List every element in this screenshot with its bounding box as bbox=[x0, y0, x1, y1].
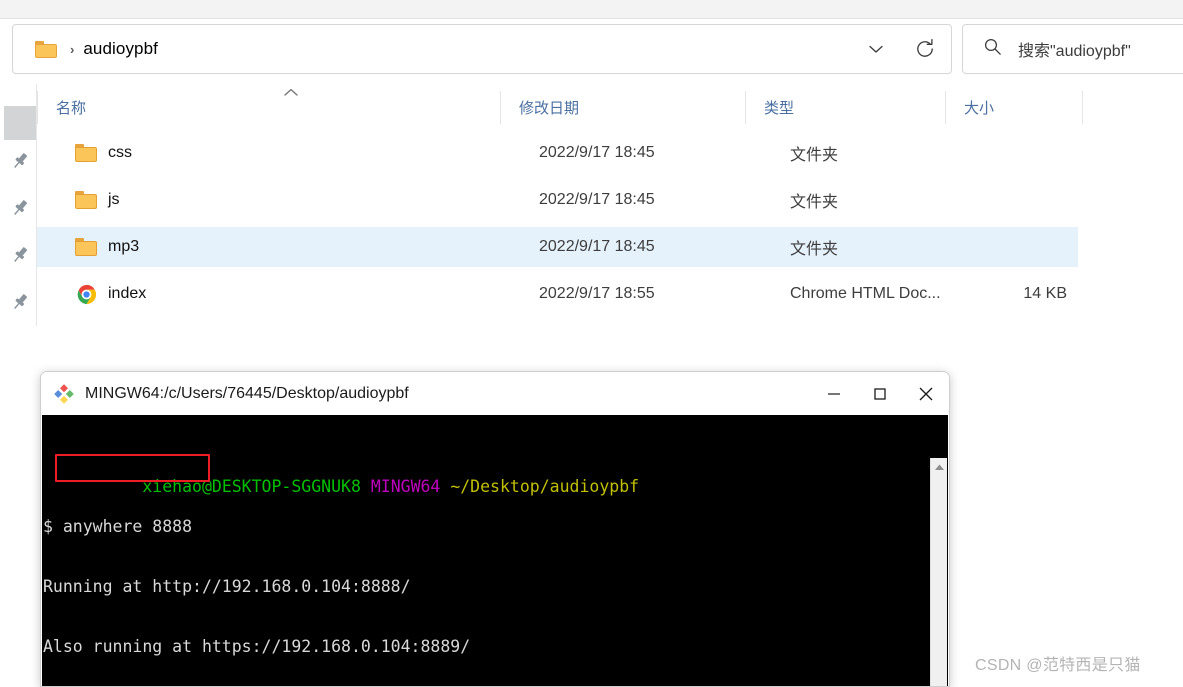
terminal-title: MINGW64:/c/Users/76445/Desktop/audioypbf bbox=[85, 384, 409, 402]
search-placeholder: 搜索"audioypbf" bbox=[1018, 43, 1131, 60]
chrome-icon bbox=[75, 283, 98, 306]
file-type: 文件夹 bbox=[790, 147, 839, 164]
file-size bbox=[952, 227, 1078, 267]
search-icon bbox=[983, 37, 1002, 61]
table-row[interactable]: mp3 2022/9/17 18:45 文件夹 bbox=[37, 227, 1078, 267]
file-date-modified: 2022/9/17 18:45 bbox=[539, 191, 655, 208]
terminal-scrollbar[interactable] bbox=[930, 458, 947, 686]
search-box[interactable]: 搜索"audioypbf" bbox=[962, 24, 1183, 74]
terminal-prompt-path: ~/Desktop/audioypbf bbox=[450, 477, 640, 496]
table-row[interactable]: js 2022/9/17 18:45 文件夹 bbox=[37, 180, 1078, 220]
watermark: CSDN @范特西是只猫 bbox=[975, 657, 1141, 674]
file-size bbox=[952, 133, 1078, 173]
file-date-modified: 2022/9/17 18:45 bbox=[539, 238, 655, 255]
chevron-down-icon[interactable] bbox=[854, 34, 898, 64]
window-controls bbox=[811, 372, 949, 415]
file-type: 文件夹 bbox=[790, 241, 839, 258]
terminal-line: $ anywhere 8888 bbox=[43, 517, 193, 536]
row-name-cell: js bbox=[37, 180, 500, 220]
folder-icon bbox=[35, 40, 57, 58]
explorer-address-row: › audioypbf 搜索"audioypbf" bbox=[0, 24, 1183, 76]
file-name: mp3 bbox=[108, 238, 140, 255]
row-name-cell: index bbox=[37, 274, 500, 314]
column-header-size[interactable]: 大小 bbox=[945, 86, 1082, 129]
nav-selected-block[interactable] bbox=[4, 106, 37, 140]
folder-icon bbox=[75, 191, 97, 209]
file-type: 文件夹 bbox=[790, 194, 839, 211]
table-row[interactable]: css 2022/9/17 18:45 文件夹 bbox=[37, 133, 1078, 173]
maximize-icon[interactable] bbox=[857, 372, 903, 415]
file-name: css bbox=[108, 144, 132, 161]
terminal-title-bar[interactable]: MINGW64:/c/Users/76445/Desktop/audioypbf bbox=[41, 372, 949, 415]
file-date-modified: 2022/9/17 18:55 bbox=[539, 285, 655, 302]
folder-icon bbox=[75, 144, 97, 162]
annotation-highlight-box bbox=[55, 454, 210, 482]
column-header-name[interactable]: 名称 bbox=[37, 86, 500, 129]
terminal-line: Running at http://192.168.0.104:8888/ bbox=[43, 577, 411, 596]
git-bash-icon bbox=[53, 383, 75, 405]
minimize-icon[interactable] bbox=[811, 372, 857, 415]
file-date-modified: 2022/9/17 18:45 bbox=[539, 144, 655, 161]
explorer-ribbon-strip bbox=[0, 0, 1183, 19]
row-name-cell: css bbox=[37, 133, 500, 173]
address-bar[interactable]: › audioypbf bbox=[12, 24, 952, 74]
terminal-line: Also running at https://192.168.0.104:88… bbox=[43, 637, 471, 656]
file-type: Chrome HTML Doc... bbox=[790, 285, 941, 302]
file-list: css 2022/9/17 18:45 文件夹 js 2022/9/17 18:… bbox=[37, 133, 1183, 325]
file-list-header: 名称 修改日期 类型 大小 bbox=[37, 86, 1183, 129]
refresh-icon[interactable] bbox=[903, 34, 947, 64]
row-name-cell: mp3 bbox=[37, 227, 500, 267]
caret-up-icon[interactable] bbox=[931, 458, 948, 475]
navigation-pane-rail bbox=[0, 84, 37, 344]
file-size bbox=[952, 180, 1078, 220]
breadcrumb-separator: › bbox=[70, 41, 75, 57]
close-icon[interactable] bbox=[903, 372, 949, 415]
pin-icon[interactable] bbox=[9, 197, 31, 219]
terminal-prompt-shell: MINGW64 bbox=[370, 477, 451, 496]
file-name: js bbox=[108, 191, 120, 208]
pin-icon[interactable] bbox=[9, 150, 31, 172]
file-size: 14 KB bbox=[1023, 285, 1067, 302]
file-name: index bbox=[108, 285, 147, 302]
folder-icon bbox=[75, 238, 97, 256]
breadcrumb-path: audioypbf bbox=[83, 39, 158, 58]
column-header-type[interactable]: 类型 bbox=[745, 86, 945, 129]
column-header-date-modified[interactable]: 修改日期 bbox=[500, 86, 745, 129]
pin-icon[interactable] bbox=[9, 291, 31, 313]
table-row[interactable]: index 2022/9/17 18:55 Chrome HTML Doc...… bbox=[37, 274, 1078, 314]
terminal-window: MINGW64:/c/Users/76445/Desktop/audioypbf bbox=[40, 371, 950, 687]
screen-root: › audioypbf 搜索"audioypbf" 名称 修改日期 类型 大小 … bbox=[0, 0, 1183, 687]
pin-icon[interactable] bbox=[9, 244, 31, 266]
